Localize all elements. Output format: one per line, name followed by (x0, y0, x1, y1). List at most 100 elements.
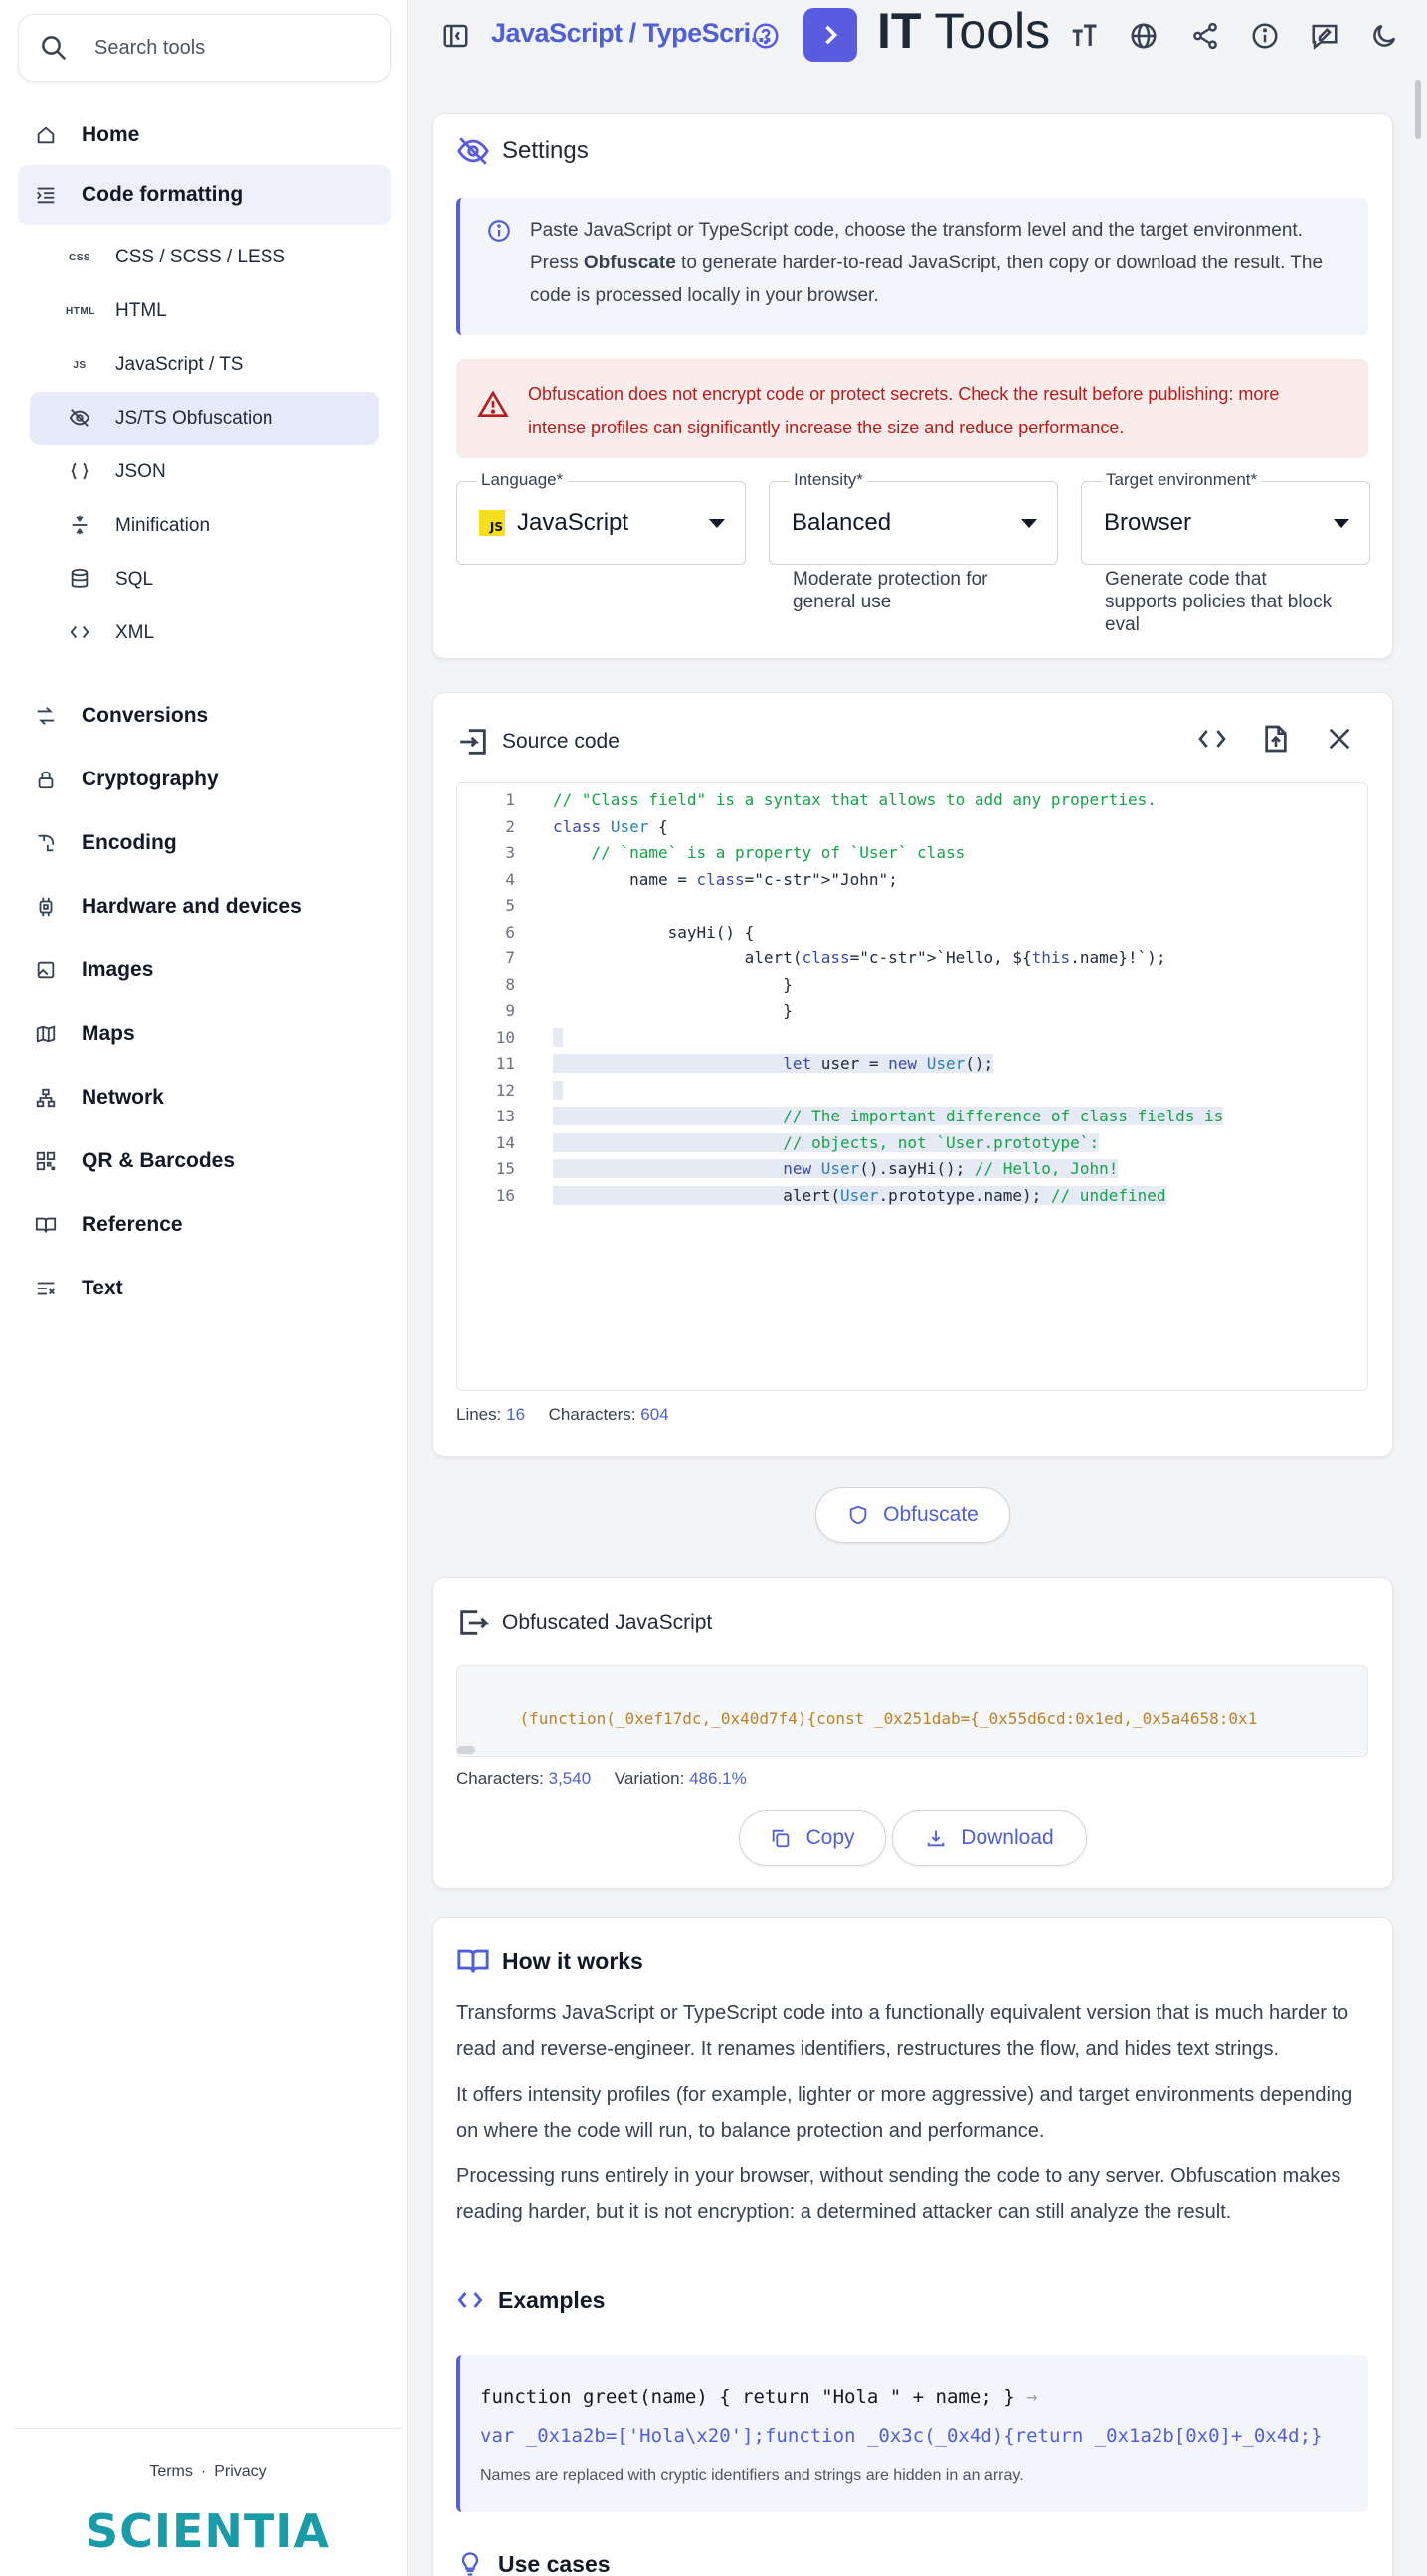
code-text: } (553, 1001, 793, 1020)
intensity-value: Balanced (792, 509, 892, 536)
sidebar-item-images[interactable]: Images (18, 939, 391, 1002)
clear-icon[interactable] (1324, 723, 1359, 759)
feedback-icon[interactable] (1307, 18, 1342, 54)
sidebar-subitem-json[interactable]: JSON (30, 445, 379, 499)
sidebar-item-label: Code formatting (82, 183, 244, 206)
settings-card: Settings Paste JavaScript or TypeScript … (432, 113, 1393, 659)
sidebar-item-encoding[interactable]: Encoding (18, 811, 391, 875)
code-line: 7 alert(class="c-str">`Hello, ${this.nam… (457, 945, 1367, 971)
horizontal-scrollbar[interactable] (457, 1746, 475, 1754)
target-select[interactable]: Target environment* Browser (1081, 470, 1370, 565)
download-button[interactable]: Download (892, 1810, 1087, 1866)
sidebar-item-conversions[interactable]: Conversions (18, 684, 391, 748)
sidebar-subitem-obfuscation[interactable]: JS/TS Obfuscation (30, 392, 379, 445)
chevron-down-icon (709, 519, 725, 528)
example-input: function greet(name) { return "Hola " + … (480, 2373, 1368, 2421)
sidebar-item-maps[interactable]: Maps (18, 1002, 391, 1066)
source-code-editor[interactable]: 1 // "Class field" is a syntax that allow… (456, 782, 1368, 1391)
info-icon[interactable] (1247, 18, 1283, 54)
target-value: Browser (1104, 509, 1192, 536)
sidebar-item-home[interactable]: Home (18, 105, 391, 165)
text-icon (34, 1277, 58, 1300)
intensity-hint: Moderate protection for general use (793, 569, 988, 612)
examples-heading: Examples (456, 2286, 605, 2314)
output-title: Obfuscated JavaScript (456, 1606, 712, 1639)
sidebar-subitem-html[interactable]: HTML HTML (30, 284, 379, 338)
home-icon (34, 123, 58, 147)
indent-icon (34, 183, 58, 207)
sidebar-item-cryptography[interactable]: Cryptography (18, 748, 391, 811)
sidebar-item-qr[interactable]: QR & Barcodes (18, 1129, 391, 1193)
topbar: JavaScript / TypeScri... IT Tools (408, 0, 1427, 72)
sidebar-item-label: Maps (82, 1022, 135, 1045)
qr-icon (34, 1149, 58, 1173)
warning-icon (477, 390, 509, 417)
share-icon[interactable] (1187, 18, 1223, 54)
eye-off-icon (457, 137, 489, 165)
code-text: // `name` is a property of `User` class (591, 843, 966, 862)
brand-logo[interactable]: IT Tools (877, 2, 1050, 60)
how-paragraph-3: Processing runs entirely in your browser… (456, 2165, 1341, 2223)
line-number: 16 (495, 1185, 515, 1205)
sidebar-item-network[interactable]: Network (18, 1066, 391, 1129)
search-input[interactable]: Search tools (18, 14, 391, 82)
code-line: 16 alert(User.prototype.name); // undefi… (457, 1183, 1367, 1209)
line-number: 15 (495, 1159, 515, 1178)
scrollbar-thumb[interactable] (1415, 80, 1421, 139)
help-icon[interactable] (748, 18, 784, 54)
source-card: Source code 1 // "Class field" is a synta… (432, 692, 1393, 1457)
download-label: Download (961, 1826, 1054, 1849)
font-size-icon[interactable] (1066, 18, 1102, 54)
code-line: 5 (457, 893, 1367, 919)
sidebar-subitem-css[interactable]: CSS CSS / SCSS / LESS (30, 231, 379, 284)
obfuscated-code: (function(_0xef17dc,_0x40d7f4){const _0x… (519, 1709, 1258, 1728)
line-number: 6 (505, 922, 515, 942)
code-text: let user = new User(); (553, 1054, 994, 1073)
intensity-select[interactable]: Intensity* Balanced (769, 470, 1058, 565)
sidebar-item-label: Reference (82, 1213, 183, 1236)
breadcrumb[interactable]: JavaScript / TypeScri... (491, 18, 772, 49)
line-number: 1 (505, 790, 515, 809)
sidebar-item-code-formatting[interactable]: Code formatting (18, 165, 391, 225)
sidebar-item-reference[interactable]: Reference (18, 1193, 391, 1257)
sidebar-subitem-javascript[interactable]: JS JavaScript / TS (30, 338, 379, 392)
language-icon[interactable] (1126, 18, 1161, 54)
code-line: 12 (457, 1078, 1367, 1104)
transform-icon (34, 831, 58, 855)
sidebar-item-label: Minification (115, 515, 211, 536)
copy-label: Copy (805, 1826, 855, 1849)
sidebar-item-text[interactable]: Text (18, 1257, 391, 1320)
sidebar-item-hardware[interactable]: Hardware and devices (18, 875, 391, 939)
sidebar-item-label: Cryptography (82, 768, 219, 790)
footer-separator: · (200, 2463, 207, 2480)
code-view-icon[interactable] (1196, 723, 1232, 759)
collapse-sidebar-icon[interactable] (438, 18, 473, 54)
dark-mode-icon[interactable] (1366, 18, 1402, 54)
code-text (553, 1080, 563, 1100)
html-badge-icon: HTML (66, 305, 95, 317)
prompt-button[interactable] (803, 8, 857, 62)
sidebar: Search tools Home Code formatting CSS CS… (0, 0, 408, 2576)
download-icon (928, 1830, 945, 1847)
sidebar-subitem-minification[interactable]: Minification (30, 499, 379, 553)
code-line: 14 // objects, not `User.prototype`: (457, 1130, 1367, 1156)
sidebar-subitem-sql[interactable]: SQL (30, 553, 379, 606)
sidebar-footer: Terms · Privacy SCIENTIA (14, 2428, 402, 2558)
warning-box: Obfuscation does not encrypt code or pro… (456, 359, 1368, 458)
upload-file-icon[interactable] (1260, 723, 1296, 759)
obfuscated-output[interactable]: (function(_0xef17dc,_0x40d7f4){const _0x… (456, 1665, 1368, 1757)
copy-button[interactable]: Copy (739, 1810, 886, 1866)
code-line: 15 new User().sayHi(); // Hello, John! (457, 1156, 1367, 1182)
page-scrollbar[interactable] (1413, 80, 1423, 2565)
privacy-link[interactable]: Privacy (214, 2463, 266, 2480)
terms-link[interactable]: Terms (149, 2463, 193, 2480)
obfuscate-button[interactable]: Obfuscate (815, 1487, 1010, 1543)
scientia-logo[interactable]: SCIENTIA (14, 2504, 402, 2558)
source-stats: Lines: 16 Characters: 604 (456, 1405, 669, 1425)
arrow-right-icon: → (1026, 2386, 1038, 2408)
example-note: Names are replaced with cryptic identifi… (480, 2467, 1024, 2484)
sidebar-subitem-xml[interactable]: XML (30, 606, 379, 660)
language-select[interactable]: Language* JS JavaScript (456, 470, 746, 565)
how-it-works-card: How it works Transforms JavaScript or Ty… (432, 1917, 1393, 2576)
